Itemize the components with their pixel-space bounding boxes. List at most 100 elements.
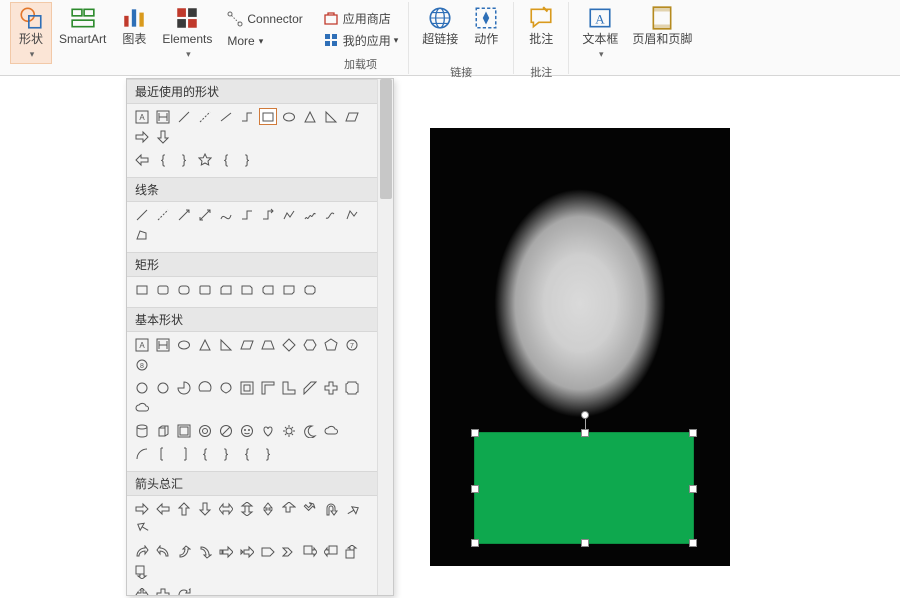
shape-stripR[interactable] — [217, 543, 235, 560]
app-store-button[interactable]: 应用商店 — [319, 7, 403, 29]
shape-curlL[interactable]: { — [217, 151, 235, 168]
shape-srect3[interactable] — [259, 281, 277, 298]
shape-pie[interactable] — [175, 379, 193, 396]
shape-chord[interactable] — [196, 379, 214, 396]
resize-handle-w[interactable] — [471, 485, 479, 493]
shape-oval[interactable] — [280, 108, 298, 125]
slide[interactable] — [430, 128, 730, 566]
shape-brace2[interactable]: } — [217, 445, 235, 462]
inserted-rectangle-shape[interactable] — [474, 432, 694, 544]
shape-plaque[interactable] — [343, 379, 361, 396]
shape-rarrow[interactable] — [133, 128, 151, 145]
shape-bevel[interactable] — [175, 422, 193, 439]
shape-curlR[interactable]: } — [259, 445, 277, 462]
shape-heart[interactable] — [259, 422, 277, 439]
shape-notchR[interactable] — [238, 543, 256, 560]
resize-handle-e[interactable] — [689, 485, 697, 493]
shape-conn[interactable] — [217, 108, 235, 125]
shape-aru[interactable] — [343, 500, 361, 517]
shape-quad2[interactable] — [133, 586, 151, 595]
slide-canvas[interactable] — [396, 80, 896, 596]
shape-arc[interactable] — [133, 445, 151, 462]
shape-rrect2[interactable] — [175, 281, 193, 298]
shape-callD[interactable] — [133, 563, 151, 580]
shape-curR[interactable] — [133, 543, 151, 560]
resize-handle-nw[interactable] — [471, 429, 479, 437]
resize-handle-ne[interactable] — [689, 429, 697, 437]
shape-txt[interactable]: A — [133, 108, 151, 125]
shape-srect4[interactable] — [280, 281, 298, 298]
headerfooter-button[interactable]: 页眉和页脚 — [625, 2, 699, 64]
shape-circArrow[interactable] — [175, 586, 193, 595]
shape-al[interactable] — [154, 500, 172, 517]
resize-handle-se[interactable] — [689, 539, 697, 547]
shape-curve[interactable] — [217, 206, 235, 223]
shape-alru[interactable] — [280, 500, 298, 517]
shape-closed[interactable] — [133, 226, 151, 243]
shape-bracket[interactable] — [154, 445, 172, 462]
comment-button[interactable]: 批注 — [520, 2, 562, 64]
shapes-button[interactable]: 形状 — [10, 2, 52, 64]
hyperlink-button[interactable]: 超链接 — [415, 2, 465, 64]
textbox-button[interactable]: A 文本框 — [575, 2, 625, 64]
shape-hex[interactable] — [301, 336, 319, 353]
shape-curD[interactable] — [196, 543, 214, 560]
shape-bent[interactable] — [301, 500, 319, 517]
shapes-scrollbar[interactable] — [377, 79, 393, 595]
shape-ar[interactable] — [133, 500, 151, 517]
shape-rrect[interactable] — [154, 281, 172, 298]
shape-srect2[interactable] — [238, 281, 256, 298]
shape-noentry[interactable] — [217, 422, 235, 439]
shape-para[interactable] — [343, 108, 361, 125]
shape-halfframe[interactable] — [259, 379, 277, 396]
shape-bracket2[interactable] — [175, 445, 193, 462]
shape-sun[interactable] — [280, 422, 298, 439]
shape-curlL[interactable]: { — [238, 445, 256, 462]
shape-tri[interactable] — [196, 336, 214, 353]
shape-can[interactable] — [133, 422, 151, 439]
shape-elbow2[interactable] — [259, 206, 277, 223]
shape-cube[interactable] — [154, 422, 172, 439]
shape-callL[interactable] — [322, 543, 340, 560]
shape-smiley[interactable] — [238, 422, 256, 439]
shape-brace-r[interactable]: } — [175, 151, 193, 168]
resize-handle-sw[interactable] — [471, 539, 479, 547]
shape-cross2[interactable] — [154, 586, 172, 595]
shape-txt2[interactable] — [154, 336, 172, 353]
shape-oval[interactable] — [175, 336, 193, 353]
shape-line[interactable] — [175, 108, 193, 125]
shape-aquad[interactable] — [259, 500, 277, 517]
shape-conn-elbow[interactable] — [238, 108, 256, 125]
shape-txt2[interactable] — [154, 108, 172, 125]
shape-txt[interactable]: A — [133, 336, 151, 353]
shape-curL[interactable] — [154, 543, 172, 560]
shape-circ9[interactable] — [133, 379, 151, 396]
shape-rtri[interactable] — [322, 108, 340, 125]
shape-uturn[interactable] — [322, 500, 340, 517]
shape-moon[interactable] — [301, 422, 319, 439]
shape-dia[interactable] — [280, 336, 298, 353]
smartart-button[interactable]: SmartArt — [52, 2, 113, 64]
shape-rrect3[interactable] — [196, 281, 214, 298]
shape-rtri[interactable] — [217, 336, 235, 353]
shape-donut[interactable] — [196, 422, 214, 439]
shape-zig[interactable] — [280, 206, 298, 223]
shape-ad[interactable] — [196, 500, 214, 517]
shape-larrow[interactable] — [133, 151, 151, 168]
shape-pent-r[interactable] — [259, 543, 277, 560]
shape-star[interactable] — [196, 151, 214, 168]
shape-trap[interactable] — [259, 336, 277, 353]
shape-pent[interactable] — [322, 336, 340, 353]
shape-frame[interactable] — [238, 379, 256, 396]
shape-lshape[interactable] — [280, 379, 298, 396]
more-button[interactable]: More ▾ — [223, 30, 306, 52]
shape-cloud2[interactable] — [322, 422, 340, 439]
shape-circ10[interactable] — [154, 379, 172, 396]
shape-chevR[interactable] — [280, 543, 298, 560]
shape-arrowline[interactable] — [175, 206, 193, 223]
shape-rect[interactable] — [133, 281, 151, 298]
shape-callR[interactable] — [301, 543, 319, 560]
shape-tri[interactable] — [301, 108, 319, 125]
shape-brace[interactable]: { — [196, 445, 214, 462]
shape-srect5[interactable] — [301, 281, 319, 298]
